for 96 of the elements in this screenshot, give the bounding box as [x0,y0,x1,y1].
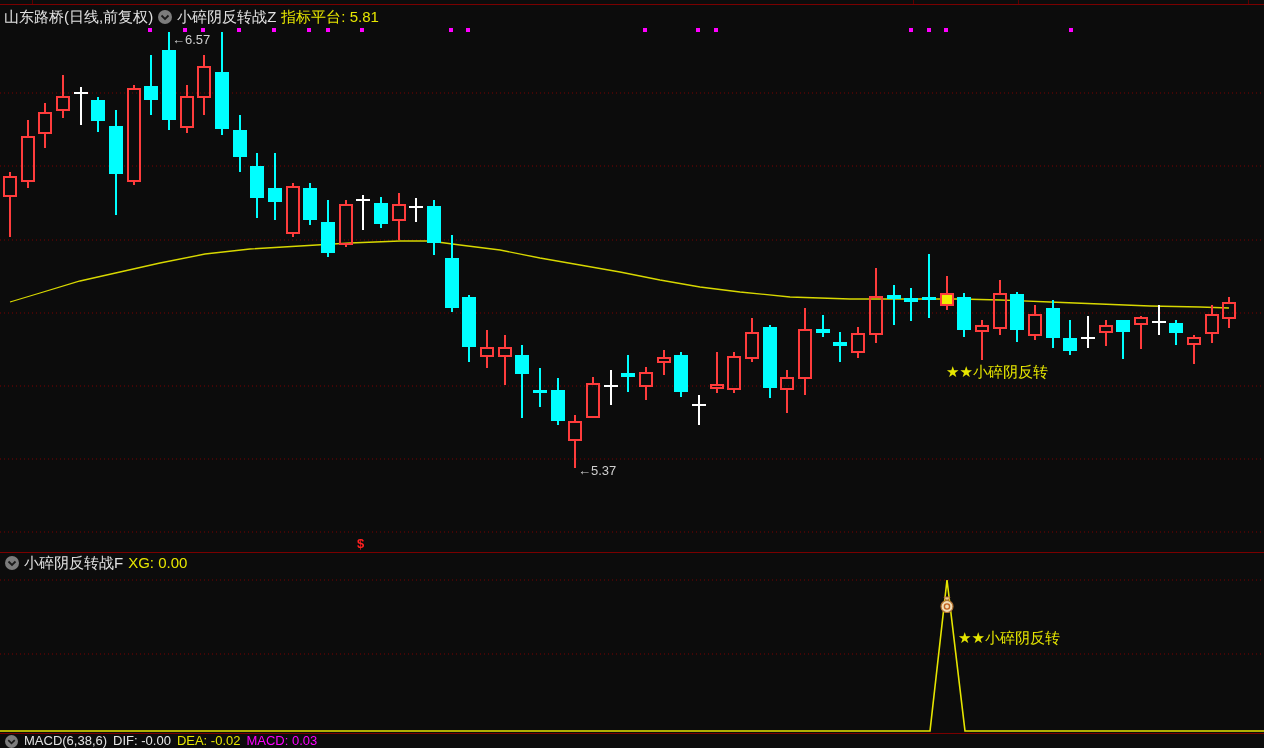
candlestick [904,287,918,322]
candlestick [1134,315,1148,350]
candlestick [922,253,936,319]
indicator-name: MACD(6,38,6) [24,734,108,748]
indicator-value: DIF: -0.00 [113,734,171,748]
signal-marker-icon [909,28,913,32]
candlestick [233,114,247,173]
candlestick [1080,315,1096,349]
low-price-label: ←5.37 [578,464,617,478]
candlestick [462,294,476,363]
signal-marker-icon [272,28,276,32]
chevron-down-icon[interactable] [5,734,18,748]
candlestick [321,199,335,258]
buy-marker: $ [357,537,365,551]
indicator-value: MACD: 0.03 [246,734,318,748]
candlestick [533,367,547,408]
candlestick [1010,291,1024,343]
signal-marker-icon [183,28,187,32]
signal-label: ★★小碎阴反转 [946,364,1048,380]
signal-marker-icon [148,28,152,32]
candlestick [268,152,282,221]
candlestick [374,196,388,229]
candlestick [197,54,211,116]
candlestick [56,74,70,119]
candlestick [1116,319,1130,360]
candlestick [144,54,158,116]
candlestick [745,317,759,363]
candlestick [1028,304,1042,341]
signal-marker-icon [696,28,700,32]
signal-marker-icon [201,28,205,32]
candlestick [657,349,671,376]
chevron-down-icon[interactable] [158,10,173,24]
candlestick [1099,319,1113,347]
candlestick [780,369,794,414]
signal-marker-icon [944,28,948,32]
candlestick [427,199,441,256]
money-bag-icon [939,596,955,613]
signal-marker-icon [643,28,647,32]
candlestick [392,192,406,241]
candlestick [286,182,300,238]
candlestick [303,182,317,226]
candlestick [727,351,741,394]
signal-marker-icon [1069,28,1073,32]
candlestick [1169,319,1183,346]
signal-marker-icon [927,28,931,32]
high-price-label: ←6.57 [172,33,211,47]
candlestick [639,366,653,401]
candlestick [1151,304,1167,336]
candlestick [1046,299,1060,349]
chevron-down-icon[interactable] [5,556,19,570]
candlestick [91,96,105,133]
candlestick [355,194,371,231]
indicator-value: XG: 0.00 [128,555,188,571]
candlestick [480,329,494,369]
signal-marker-icon [449,28,453,32]
candlestick [887,284,901,326]
candlestick [691,394,707,426]
candlestick [957,292,971,338]
candlestick [38,102,52,149]
candlestick [339,199,353,248]
candlestick [603,369,619,406]
signal-marker-icon [326,28,330,32]
candlestick [710,351,724,394]
candlestick [1063,319,1077,356]
signal-marker-icon [307,28,311,32]
candlestick [621,354,635,393]
candlestick [1222,296,1236,329]
candlestick [21,119,35,189]
signal-marker-icon [237,28,241,32]
candlestick [408,197,424,223]
indicator-value: DEA: -0.02 [176,734,241,748]
signal-label: ★★小碎阴反转 [958,630,1060,646]
indicator-name: 小碎阴反转战F [24,555,124,571]
candlestick [586,376,600,419]
candlestick [3,171,17,238]
candlestick [568,414,582,469]
signal-marker-icon [714,28,718,32]
candlestick [833,331,847,363]
signal-marker-icon [360,28,364,32]
candlestick [551,377,565,426]
candlestick [1187,334,1201,365]
signal-marker-icon [466,28,470,32]
indicator-name: 小碎阴反转战Z [177,9,277,25]
candlestick [180,84,194,134]
candlestick [250,152,264,219]
candlestick [940,275,954,311]
candlestick [1205,304,1219,344]
candlestick [816,314,830,338]
candlestick [851,326,865,359]
candlestick [993,279,1007,336]
stock-title: 山东路桥(日线,前复权) [4,9,154,25]
candlestick [975,319,989,361]
candlestick [674,351,688,398]
indicator-value: 指标平台: 5.81 [281,9,379,25]
candlestick [73,86,89,126]
candlestick [498,334,512,386]
